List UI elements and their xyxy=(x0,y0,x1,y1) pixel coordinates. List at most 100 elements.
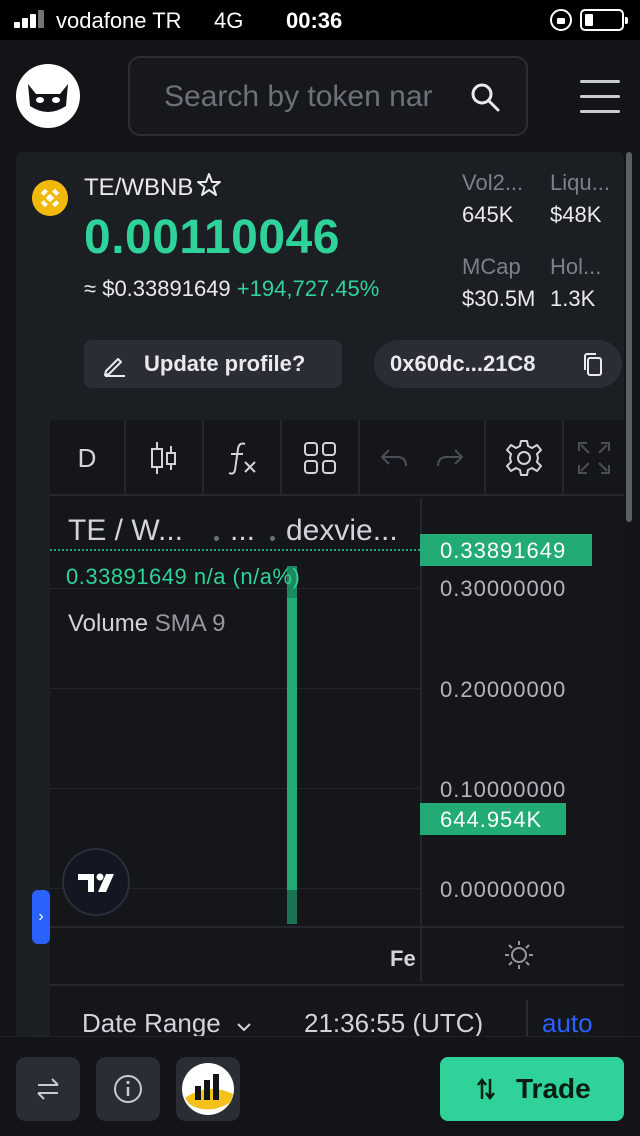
stat-value: $48K xyxy=(550,202,602,227)
signal-strength-icon xyxy=(14,10,48,28)
chart-app-button[interactable] xyxy=(176,1057,240,1121)
pencil-icon xyxy=(104,358,125,377)
settings-icon xyxy=(506,440,542,476)
token-price: 0.00110046 xyxy=(84,211,340,264)
update-profile-label: Update profile? xyxy=(144,351,306,376)
last-price-line xyxy=(50,549,420,551)
undo-button[interactable] xyxy=(368,420,420,496)
copy-address-button[interactable]: 0x60dc...21C8 xyxy=(374,340,622,388)
tradingview-logo-icon[interactable] xyxy=(62,848,130,916)
status-bar: vodafone TR 4G 00:36 xyxy=(0,0,640,40)
search-input[interactable]: Search by token nar xyxy=(164,80,454,114)
chart-type-button[interactable] xyxy=(126,420,202,496)
volume-label: Volume xyxy=(68,610,149,637)
date-range-selector[interactable]: Date Range xyxy=(82,1008,252,1039)
trade-button[interactable]: Trade xyxy=(440,1057,624,1121)
legend-separator xyxy=(270,536,275,541)
date-range-label: Date Range xyxy=(82,1008,221,1038)
search-box[interactable]: Search by token nar xyxy=(128,56,528,136)
volume-indicator-legend[interactable]: Volume SMA 9 xyxy=(68,610,225,638)
volume-sma-label: SMA 9 xyxy=(154,610,226,637)
swap-arrows-icon xyxy=(37,1078,59,1100)
function-icon xyxy=(228,442,256,475)
fullscreen-icon xyxy=(578,442,610,474)
chevron-down-icon xyxy=(237,1023,251,1032)
stat-volume: Vol2... 645K xyxy=(462,170,523,228)
toggle-drawing-toolbar-button[interactable]: › xyxy=(32,890,50,944)
stat-label: Hol... xyxy=(550,254,602,279)
favorite-star-icon[interactable] xyxy=(196,172,222,198)
chart-app-icon xyxy=(182,1063,234,1115)
chart-toolbar: D xyxy=(50,420,624,496)
divider xyxy=(526,1000,528,1036)
approx-symbol: ≈ xyxy=(84,276,97,301)
stat-label: Vol2... xyxy=(462,170,524,195)
y-axis-tick: 0.30000000 xyxy=(440,576,567,601)
layout-button[interactable] xyxy=(282,420,358,496)
token-pair: TE/WBNB xyxy=(84,174,194,201)
chart-source: dexvie... xyxy=(286,514,398,547)
swap-button[interactable] xyxy=(16,1057,80,1121)
scrollbar[interactable] xyxy=(626,152,632,522)
orientation-lock-icon xyxy=(550,9,572,31)
time-axis xyxy=(50,926,624,982)
grid-layout-icon xyxy=(304,442,336,474)
info-icon xyxy=(114,1075,142,1103)
stat-value: 1.3K xyxy=(550,286,596,311)
indicators-button[interactable] xyxy=(204,420,280,496)
dextools-logo-icon[interactable] xyxy=(16,64,80,128)
redo-icon xyxy=(437,449,464,467)
price-change: +194,727.45% xyxy=(236,276,380,301)
search-icon[interactable] xyxy=(470,82,500,112)
stat-label: MCap xyxy=(462,254,521,279)
contract-address: 0x60dc...21C8 xyxy=(390,351,536,376)
volume-bar-segment xyxy=(287,890,297,924)
fullscreen-button[interactable] xyxy=(564,420,624,496)
usd-price-row: ≈ $0.33891649 +194,727.45% xyxy=(84,276,379,302)
hamburger-menu-icon[interactable] xyxy=(580,78,620,114)
copy-icon xyxy=(584,353,602,376)
auto-scale-toggle[interactable]: auto xyxy=(542,1008,593,1039)
redo-button[interactable] xyxy=(422,420,478,496)
stat-liquidity: Liqu... $48K xyxy=(550,170,610,228)
theme-toggle-icon[interactable] xyxy=(504,940,534,970)
last-price-tag: 0.33891649 xyxy=(420,534,592,566)
network-type: 4G xyxy=(214,8,244,33)
chart-symbol-title[interactable]: TE / W... xyxy=(68,514,183,548)
bnb-icon xyxy=(32,180,68,216)
y-axis-tick: 0.20000000 xyxy=(440,677,567,702)
axis-corner-divider xyxy=(420,928,422,982)
legend-interval: ... xyxy=(230,514,256,547)
stat-label: Liqu... xyxy=(550,170,610,195)
volume-tag: 644.954K xyxy=(420,803,566,835)
price-axis-divider xyxy=(420,498,422,956)
bottom-action-bar: Trade xyxy=(0,1036,640,1136)
info-button[interactable] xyxy=(96,1057,160,1121)
y-axis-tick: 0.00000000 xyxy=(440,877,567,902)
volume-bar xyxy=(287,566,297,924)
interval-selector[interactable]: D xyxy=(50,420,124,496)
trade-label: Trade xyxy=(516,1073,591,1104)
swap-vertical-icon xyxy=(477,1077,495,1101)
y-axis-tick: 0.10000000 xyxy=(440,777,567,802)
stat-mcap: MCap $30.5M xyxy=(462,254,536,312)
grid-line xyxy=(50,688,420,689)
app-header: Search by token nar xyxy=(0,40,640,152)
interval-label: D xyxy=(77,442,97,473)
chart-settings-button[interactable] xyxy=(486,420,562,496)
candlestick-icon xyxy=(151,442,176,474)
time-axis-label: Fe xyxy=(390,946,416,971)
undo-icon xyxy=(380,449,407,467)
carrier-name: vodafone TR xyxy=(56,8,182,33)
legend-ohlc-values: 0.33891649 n/a (n/a%) xyxy=(66,564,301,589)
timezone-clock[interactable]: 21:36:55 (UTC) xyxy=(304,1008,483,1039)
update-profile-button[interactable]: Update profile? xyxy=(84,340,342,388)
battery-icon xyxy=(580,9,628,31)
stat-value: $30.5M xyxy=(462,286,536,311)
stat-holders: Hol... 1.3K xyxy=(550,254,601,312)
grid-line xyxy=(50,788,420,789)
legend-separator xyxy=(214,536,219,541)
stat-value: 645K xyxy=(462,202,514,227)
clock: 00:36 xyxy=(286,8,343,33)
usd-price: $0.33891649 xyxy=(102,276,231,301)
